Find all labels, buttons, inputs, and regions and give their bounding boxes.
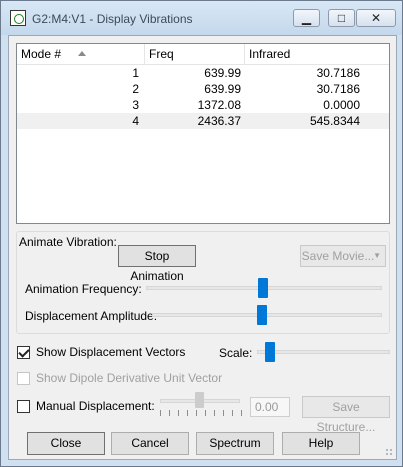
manual-displacement-checkbox[interactable] <box>17 400 30 413</box>
mode-cell: 2 <box>132 82 139 96</box>
close-window-button[interactable]: ✕ <box>356 9 396 27</box>
displacement-amplitude-slider[interactable] <box>152 313 382 317</box>
infrared-cell: 0.0000 <box>323 98 360 112</box>
manual-displacement-value[interactable]: 0.00 <box>250 397 290 417</box>
mode-cell: 3 <box>132 98 139 112</box>
freq-cell: 1372.08 <box>197 98 241 112</box>
sort-ascending-icon <box>78 51 86 56</box>
manual-displacement-ticks <box>160 410 242 416</box>
freq-cell: 639.99 <box>204 66 241 80</box>
dialog-client-area: Mode # Freq Infrared 1 639.99 30.7186 2 … <box>8 35 397 460</box>
spectrum-button[interactable]: Spectrum <box>196 432 274 455</box>
save-structure-button[interactable]: Save Structure... <box>302 396 390 434</box>
title-bar[interactable]: G2:M4:V1 - Display Vibrations ▁ □ ✕ <box>1 1 402 35</box>
close-button[interactable]: Close <box>27 432 105 455</box>
show-displacement-vectors-label[interactable]: Show Displacement Vectors <box>36 345 185 359</box>
column-header-infrared[interactable]: Infrared <box>245 44 389 64</box>
freq-cell: 639.99 <box>204 82 241 96</box>
maximize-button[interactable]: □ <box>328 9 355 27</box>
display-vibrations-window: G2:M4:V1 - Display Vibrations ▁ □ ✕ Mode… <box>0 0 403 467</box>
column-header-mode[interactable]: Mode # <box>17 44 145 64</box>
scale-slider[interactable] <box>257 350 390 354</box>
table-row[interactable]: 3 1372.08 0.0000 <box>17 97 389 113</box>
dipole-derivative-label[interactable]: Show Dipole Derivative Unit Vector <box>36 371 222 385</box>
animate-vibration-label: Animate Vibration: <box>17 235 119 249</box>
table-header: Mode # Freq Infrared <box>17 44 389 65</box>
column-header-label: Mode # <box>21 47 62 61</box>
minimize-button[interactable]: ▁ <box>293 9 320 27</box>
scale-thumb[interactable] <box>265 342 275 362</box>
animation-frequency-label: Animation Frequency: <box>25 282 142 296</box>
stop-animation-button[interactable]: Stop Animation <box>118 245 196 283</box>
dipole-derivative-checkbox[interactable] <box>17 372 30 385</box>
vibration-modes-table[interactable]: Mode # Freq Infrared 1 639.99 30.7186 2 … <box>16 43 390 224</box>
show-displacement-vectors-checkbox[interactable] <box>17 346 30 359</box>
table-row-selected[interactable]: 4 2436.37 545.8344 <box>17 113 389 129</box>
freq-cell: 2436.37 <box>197 114 241 128</box>
app-icon[interactable] <box>10 10 26 26</box>
manual-displacement-label[interactable]: Manual Displacement: <box>36 399 155 413</box>
dropdown-arrow-icon: ▼ <box>373 251 381 260</box>
cancel-button[interactable]: Cancel <box>111 432 189 455</box>
save-movie-label: Save Movie... <box>301 249 375 263</box>
window-title: G2:M4:V1 - Display Vibrations <box>32 12 193 26</box>
column-header-freq[interactable]: Freq <box>145 44 245 64</box>
mode-cell: 4 <box>132 114 139 128</box>
mode-cell: 1 <box>132 66 139 80</box>
animation-frequency-thumb[interactable] <box>258 278 268 298</box>
infrared-cell: 30.7186 <box>316 82 360 96</box>
resize-grip-icon[interactable] <box>385 448 393 456</box>
table-row[interactable]: 2 639.99 30.7186 <box>17 81 389 97</box>
help-button[interactable]: Help <box>282 432 360 455</box>
infrared-cell: 30.7186 <box>316 66 360 80</box>
infrared-cell: 545.8344 <box>309 114 360 128</box>
save-movie-button[interactable]: Save Movie... ▼ <box>300 245 386 267</box>
scale-label: Scale: <box>219 346 253 360</box>
displacement-amplitude-thumb[interactable] <box>257 305 267 325</box>
manual-displacement-thumb[interactable] <box>195 392 204 408</box>
displacement-amplitude-label: Displacement Amplitude: <box>25 309 158 323</box>
table-row[interactable]: 1 639.99 30.7186 <box>17 65 389 81</box>
